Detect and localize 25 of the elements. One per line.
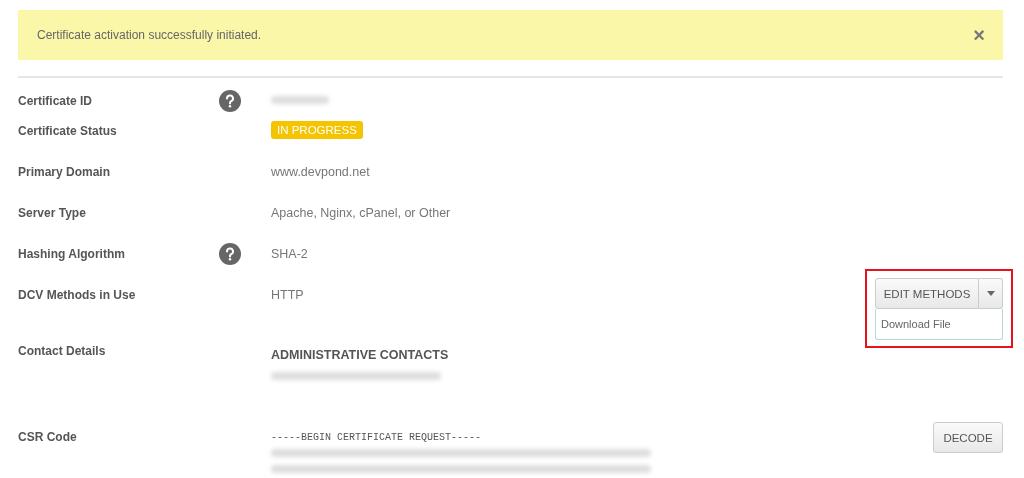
help-icon[interactable] [219,90,241,112]
dropdown-toggle[interactable] [979,278,1003,309]
field-label: Certificate ID [18,93,94,108]
contacts-heading: ADMINISTRATIVE CONTACTS [271,347,449,362]
field-label: Certificate Status [18,123,118,138]
redacted-text [271,96,329,104]
close-button[interactable]: × [973,25,985,45]
field-value: www.devpond.net [271,164,370,179]
menu-item[interactable]: Download File [876,318,951,330]
field-label: Hashing Algorithm [18,246,126,261]
caret-icon [986,291,995,296]
csr-code-header: -----BEGIN CERTIFICATE REQUEST----- [271,431,482,443]
field-label: Primary Domain [18,164,112,179]
field-label: Server Type [18,205,87,220]
alert-message: Certificate activation successfully initiated. [37,28,262,42]
decode-button[interactable]: DECODE [933,422,1003,453]
field-label: DCV Methods in Use [18,287,137,302]
field-value: HTTP [271,287,304,302]
status-badge: IN PROGRESS [271,121,363,139]
field-label: CSR Code [18,429,78,444]
field-label: Contact Details [18,343,107,358]
edit-methods-button[interactable]: EDIT METHODS [875,278,979,309]
help-icon[interactable] [219,243,241,265]
field-value: SHA-2 [271,246,308,261]
field-value: Apache, Nginx, cPanel, or Other [271,205,451,220]
